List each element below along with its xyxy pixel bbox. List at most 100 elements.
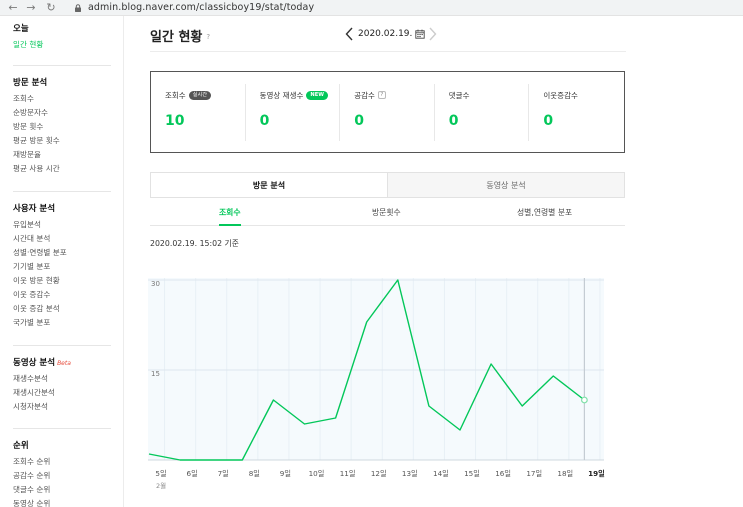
- views-line-chart: 15 30 5일 6일 7일 8일 9일 10일 11일 12일 13일 14일 15일 16일 17일 18…: [148, 278, 605, 490]
- sidebar-item[interactable]: 기기별 분포: [13, 260, 67, 274]
- sidebar-divider: [13, 191, 111, 192]
- help-icon[interactable]: ?: [377, 91, 386, 99]
- main-content: 일간 현황? 2020.02.19. 조회수 실시간 10 동영상 재생수 NEW 0 공감…: [124, 16, 743, 507]
- x-tick-label: 11일: [340, 469, 356, 478]
- sidebar-item[interactable]: 이웃 증감 분석: [13, 302, 67, 316]
- sidebar-item[interactable]: 재생시간분석: [13, 386, 71, 400]
- sidebar-item[interactable]: 재방문율: [13, 148, 60, 162]
- page-title: 일간 현황?: [150, 26, 210, 45]
- sidebar-item[interactable]: 조회수 순위: [13, 455, 50, 469]
- x-tick-label: 12일: [371, 469, 387, 478]
- current-date: 2020.02.19.: [358, 29, 413, 39]
- sidebar-item[interactable]: 국가별 분포: [13, 316, 67, 330]
- stat-label: 이웃증감수: [543, 90, 578, 100]
- x-month-label: 2월: [156, 481, 166, 490]
- chevron-left-icon: [345, 27, 353, 41]
- sidebar-item[interactable]: 이웃 방문 현황: [13, 274, 67, 288]
- sidebar-section-title: 오늘: [13, 24, 29, 34]
- next-date-button[interactable]: [428, 26, 438, 42]
- sidebar-item[interactable]: 성별·연령별 분포: [13, 246, 67, 260]
- x-tick-label: 19일: [588, 469, 605, 478]
- sidebar-section-title: 순위: [13, 441, 29, 451]
- chevron-right-icon: [429, 27, 437, 41]
- x-tick-label: 16일: [495, 469, 511, 478]
- stat-label: 공감수?: [354, 89, 435, 101]
- analysis-tabs: 방문 분석 동영상 분석: [150, 172, 625, 198]
- forward-arrow-icon[interactable]: →: [22, 0, 40, 16]
- lock-icon: [75, 3, 81, 12]
- sub-tabs: 조회수 방문횟수 성별,연령별 분포: [150, 206, 625, 226]
- sidebar-item[interactable]: 시간대 분석: [13, 232, 67, 246]
- tab-visit-analysis[interactable]: 방문 분석: [151, 173, 387, 197]
- stat-value: 0: [448, 113, 459, 129]
- sidebar-section: 사용자 분석 유입분석 시간대 분석 성별·연령별 분포 기기별 분포 이웃 방문 현황 이…: [13, 202, 67, 330]
- stat-card: 공감수? 0: [340, 72, 435, 152]
- subtab-visits[interactable]: 방문횟수: [372, 206, 401, 226]
- subtab-views[interactable]: 조회수: [219, 206, 241, 226]
- page-title-text: 일간 현황: [150, 30, 203, 45]
- stat-card: 댓글수 0: [435, 72, 530, 152]
- sidebar-item[interactable]: 시청자분석: [13, 400, 71, 414]
- new-badge: NEW: [306, 90, 328, 100]
- header-divider: [150, 51, 626, 52]
- beta-badge: Beta: [57, 360, 71, 367]
- back-arrow-icon[interactable]: ←: [4, 0, 22, 16]
- sidebar-item[interactable]: 유입분석: [13, 218, 67, 232]
- sidebar-divider: [13, 428, 111, 429]
- sidebar-item[interactable]: 동영상 순위: [13, 497, 50, 507]
- sidebar-divider: [13, 65, 111, 66]
- x-tick-label: 13일: [402, 469, 418, 478]
- date-navigator: 2020.02.19.: [344, 26, 438, 42]
- sidebar-item[interactable]: 평균 사용 시간: [13, 162, 60, 176]
- stat-card: 이웃증감수 0: [529, 72, 624, 152]
- sidebar-item[interactable]: 방문 횟수: [13, 120, 60, 134]
- data-timestamp: 2020.02.19. 15:02 기준: [150, 239, 239, 248]
- y-tick-label: 30: [151, 280, 160, 288]
- sidebar-item[interactable]: 일간 현황: [13, 38, 43, 52]
- address-bar[interactable]: admin.blog.naver.com/classicboy19/stat/t…: [88, 2, 314, 13]
- sidebar-item[interactable]: 순방문자수: [13, 106, 60, 120]
- x-tick-label: 7일: [218, 469, 229, 478]
- sidebar-section: 동영상 분석 Beta 재생수분석 재생시간분석 시청자분석: [13, 356, 71, 414]
- sidebar-item[interactable]: 조회수: [13, 92, 60, 106]
- stat-label: 댓글수: [448, 90, 470, 100]
- summary-stats: 조회수 실시간 10 동영상 재생수 NEW 0 공감수? 0 댓글수 0 이웃증감수 0: [150, 71, 625, 153]
- tab-video-analysis[interactable]: 동영상 분석: [387, 173, 624, 197]
- sidebar-item[interactable]: 공감수 순위: [13, 469, 50, 483]
- x-tick-label: 17일: [526, 469, 542, 478]
- stat-value: 10: [165, 113, 185, 129]
- stat-value: 0: [543, 113, 554, 129]
- x-tick-label: 14일: [433, 469, 449, 478]
- browser-toolbar: ← → ↻ admin.blog.naver.com/classicboy19/…: [0, 0, 743, 16]
- sidebar-nav: 오늘일간 현황방문 분석조회수 순방문자수 방문 횟수 평균 방문 횟수 재방문율 평균 …: [0, 16, 124, 507]
- sidebar-item[interactable]: 재생수분석: [13, 372, 71, 386]
- sidebar-section-title: 동영상 분석 Beta: [13, 358, 71, 368]
- x-tick-label: 15일: [464, 469, 480, 478]
- sidebar-section: 오늘일간 현황: [13, 22, 43, 52]
- x-tick-label: 9일: [280, 469, 291, 478]
- help-icon[interactable]: ?: [206, 33, 210, 41]
- stat-value: 0: [354, 113, 364, 129]
- x-tick-label: 18일: [557, 469, 573, 478]
- stat-card: 조회수 실시간 10: [151, 72, 246, 152]
- calendar-icon[interactable]: [415, 29, 426, 39]
- sidebar-item[interactable]: 평균 방문 횟수: [13, 134, 60, 148]
- chart-plot-area: [148, 278, 604, 460]
- reload-icon[interactable]: ↻: [42, 0, 60, 16]
- y-tick-label: 15: [151, 370, 160, 378]
- sidebar-section: 방문 분석조회수 순방문자수 방문 횟수 평균 방문 횟수 재방문율 평균 사용 시간: [13, 76, 60, 176]
- sidebar-section: 순위조회수 순위 공감수 순위 댓글수 순위 동영상 순위: [13, 439, 50, 507]
- subtab-gender-age[interactable]: 성별,연령별 분포: [517, 206, 572, 226]
- prev-date-button[interactable]: [344, 26, 354, 42]
- sidebar-section-title: 방문 분석: [13, 78, 48, 88]
- realtime-badge: 실시간: [188, 90, 212, 100]
- stat-label: 동영상 재생수 NEW: [260, 89, 341, 101]
- stat-label: 조회수 실시간: [165, 89, 246, 101]
- x-tick-label: 5일: [155, 469, 166, 478]
- x-tick-label: 6일: [187, 469, 198, 478]
- sidebar-item[interactable]: 이웃 증감수: [13, 288, 67, 302]
- sidebar-divider: [13, 345, 111, 346]
- x-tick-label: 8일: [249, 469, 260, 478]
- sidebar-item[interactable]: 댓글수 순위: [13, 483, 50, 497]
- sidebar-section-title: 사용자 분석: [13, 204, 56, 214]
